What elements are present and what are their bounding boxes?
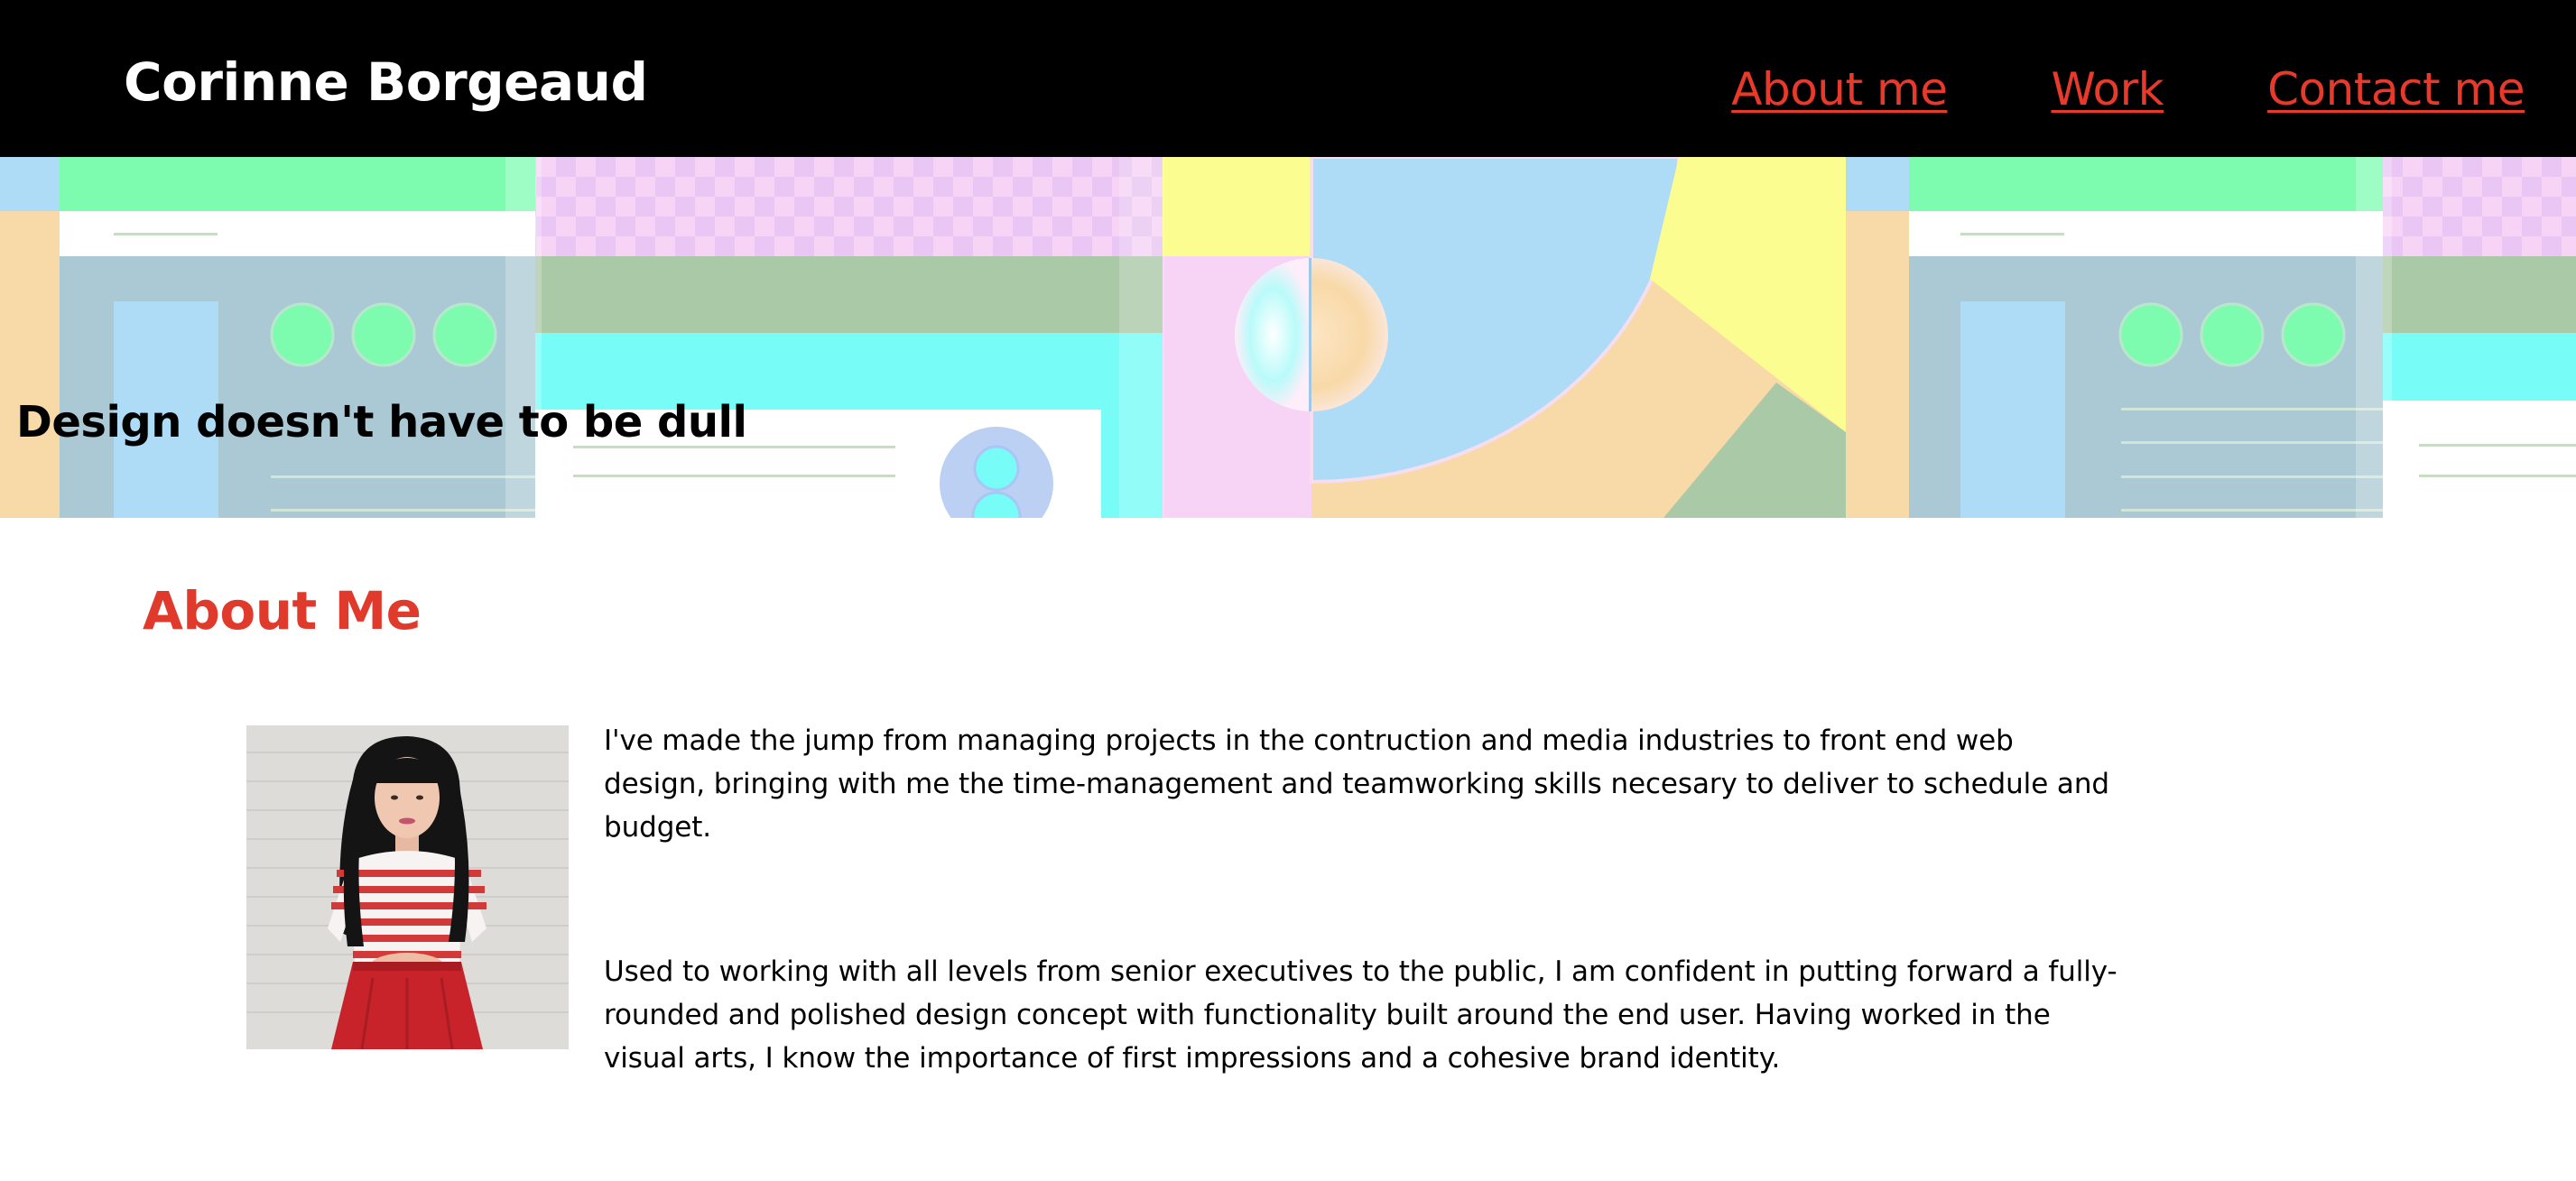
site-header: Corinne Borgeaud About me Work Contact m… xyxy=(0,0,2576,157)
about-paragraph-1: I've made the jump from managing project… xyxy=(604,724,2109,844)
hero-tagline: Design doesn't have to be dull xyxy=(16,397,747,447)
about-text: I've made the jump from managing project… xyxy=(604,719,2120,1181)
hero-banner: Design doesn't have to be dull xyxy=(0,157,2576,518)
portrait-photo xyxy=(246,725,569,1049)
nav-link-work[interactable]: Work xyxy=(2051,67,2164,112)
about-paragraph-2: Used to working with all levels from sen… xyxy=(604,955,2117,1075)
nav-link-contact-me[interactable]: Contact me xyxy=(2267,67,2525,112)
about-heading: About Me xyxy=(143,580,422,641)
site-title: Corinne Borgeaud xyxy=(124,51,648,113)
hero-pattern-illustration xyxy=(0,157,2576,518)
main-nav: About me Work Contact me xyxy=(1731,67,2525,112)
nav-link-about-me[interactable]: About me xyxy=(1731,67,1948,112)
